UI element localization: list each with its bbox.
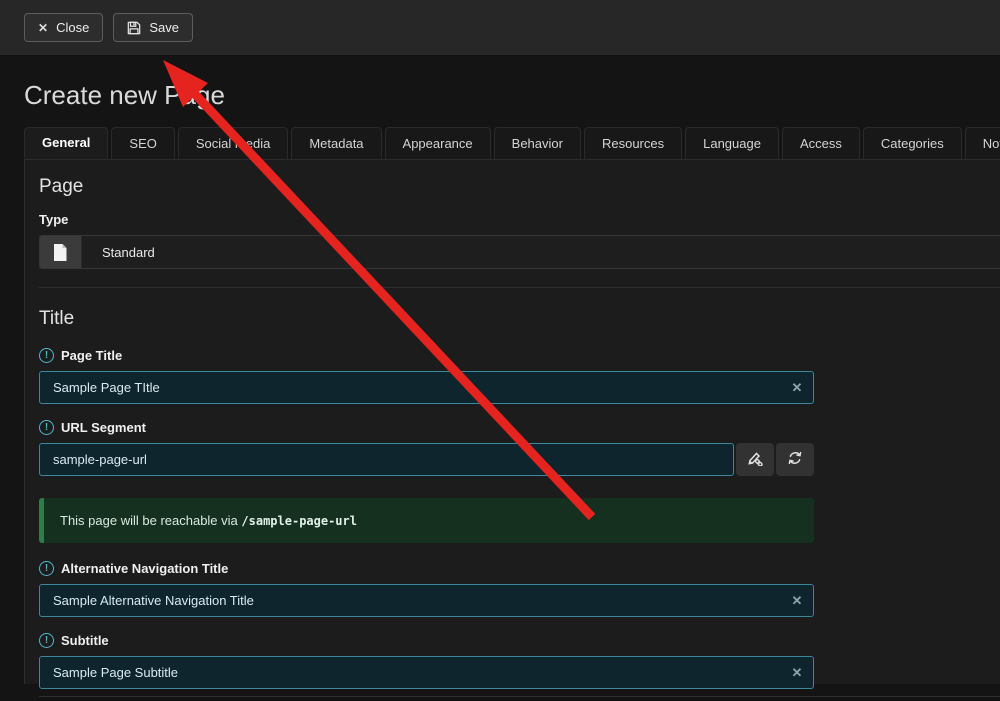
clear-icon: ✕: [792, 665, 803, 680]
subtitle-input[interactable]: [39, 656, 814, 689]
clear-icon: ✕: [792, 380, 803, 395]
tab-resources[interactable]: Resources: [584, 127, 682, 159]
page-title: Create new Page: [24, 80, 976, 111]
clear-icon: ✕: [792, 593, 803, 608]
tab-categories[interactable]: Categories: [863, 127, 962, 159]
fieldset-page: Page Type Standard: [39, 160, 1000, 288]
field-subtitle: ! Subtitle ✕: [39, 633, 814, 689]
clear-alt-nav-title-button[interactable]: ✕: [784, 588, 810, 614]
url-segment-field-label: URL Segment: [61, 420, 146, 435]
alt-nav-title-input[interactable]: [39, 584, 814, 617]
field-info-icon: !: [39, 633, 54, 648]
type-field-label: Type: [39, 212, 1000, 227]
close-button[interactable]: ✕ Close: [24, 13, 103, 42]
field-alt-nav-title: ! Alternative Navigation Title ✕: [39, 561, 814, 617]
url-preview-success-message: This page will be reachable via /sample-…: [39, 498, 814, 543]
doc-header-toolbar: ✕ Close Save: [0, 0, 1000, 56]
tab-metadata[interactable]: Metadata: [291, 127, 381, 159]
fieldset-title: Title ! Page Title ✕ ! URL Segment: [39, 288, 1000, 697]
page-title-field-label: Page Title: [61, 348, 122, 363]
close-icon: ✕: [38, 21, 48, 35]
form-tab-bar: General SEO Social media Metadata Appear…: [24, 127, 1000, 160]
save-button[interactable]: Save: [113, 13, 193, 42]
field-page-title: ! Page Title ✕: [39, 348, 814, 404]
url-segment-edit-lock-button[interactable]: [736, 443, 774, 476]
url-segment-recalculate-button[interactable]: [776, 443, 814, 476]
field-info-icon: !: [39, 420, 54, 435]
tab-behavior[interactable]: Behavior: [494, 127, 581, 159]
clear-page-title-button[interactable]: ✕: [784, 375, 810, 401]
close-button-label: Close: [56, 20, 89, 35]
subtitle-field-label: Subtitle: [61, 633, 109, 648]
save-button-label: Save: [149, 20, 179, 35]
url-preview-path: /sample-page-url: [241, 514, 357, 528]
tab-social-media[interactable]: Social media: [178, 127, 288, 159]
page-title-input[interactable]: [39, 371, 814, 404]
page-type-select[interactable]: Standard: [39, 235, 1000, 269]
field-info-icon: !: [39, 561, 54, 576]
tab-seo[interactable]: SEO: [111, 127, 174, 159]
url-preview-text: This page will be reachable via: [60, 513, 241, 528]
field-info-icon: !: [39, 348, 54, 363]
section-heading-title: Title: [39, 308, 1000, 330]
page-type-value: Standard: [102, 245, 155, 260]
url-segment-input[interactable]: [39, 443, 734, 476]
clear-subtitle-button[interactable]: ✕: [784, 660, 810, 686]
field-url-segment: ! URL Segment: [39, 420, 814, 476]
tab-general[interactable]: General: [24, 127, 108, 159]
tab-language[interactable]: Language: [685, 127, 779, 159]
refresh-icon: [787, 450, 803, 469]
page-document-icon: [40, 236, 82, 268]
tab-content-panel: Page Type Standard Title ! Page Title ✕: [24, 160, 1000, 684]
edit-link-icon: [747, 450, 763, 469]
tab-notes[interactable]: Notes: [965, 127, 1000, 159]
tab-access[interactable]: Access: [782, 127, 860, 159]
tab-appearance[interactable]: Appearance: [385, 127, 491, 159]
section-heading-page: Page: [39, 176, 1000, 198]
alt-nav-title-field-label: Alternative Navigation Title: [61, 561, 228, 576]
save-icon: [127, 21, 141, 35]
